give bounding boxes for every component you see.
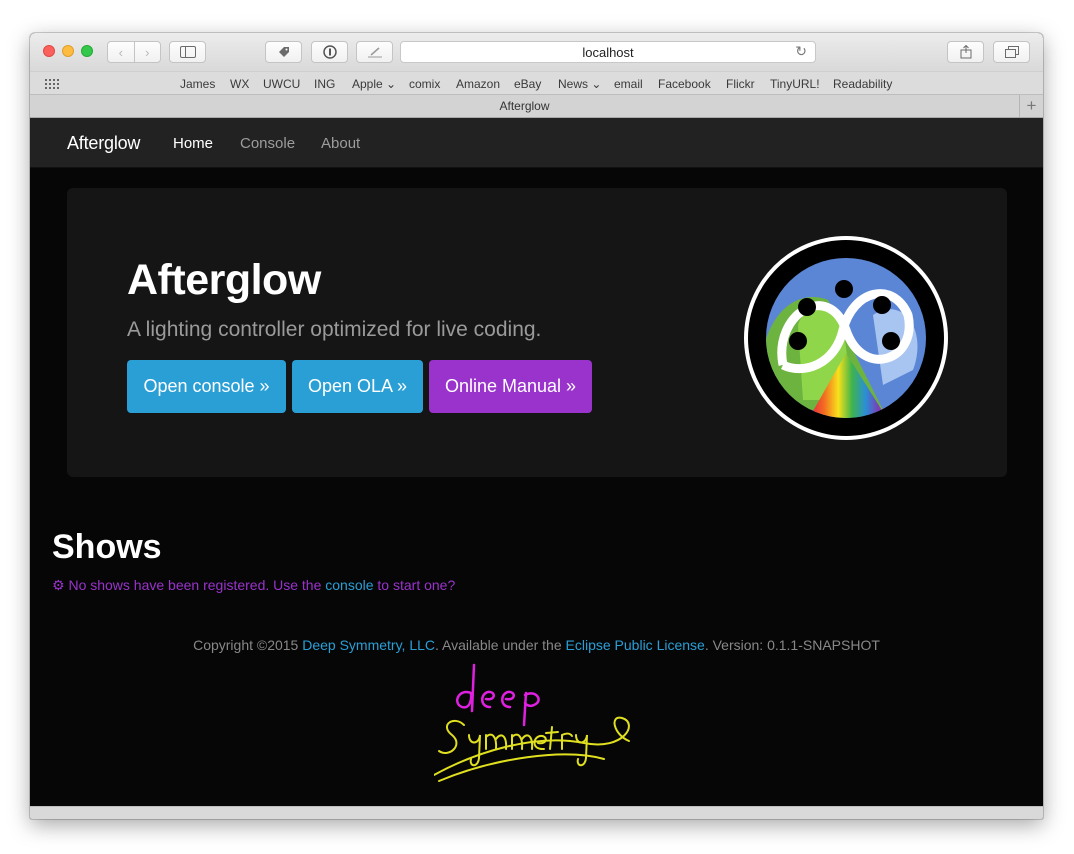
back-icon[interactable]: ‹: [108, 42, 134, 62]
deep-symmetry-logo-icon[interactable]: [434, 663, 644, 793]
browser-bottom-bar: [30, 806, 1043, 819]
footer-license-link[interactable]: Eclipse Public License: [566, 637, 705, 653]
sidebar-toggle-button[interactable]: [169, 41, 206, 63]
nav-about[interactable]: About: [321, 135, 360, 152]
jumbotron: Afterglow A lighting controller optimize…: [67, 188, 1007, 477]
bookmark-readability[interactable]: Readability: [833, 77, 892, 91]
bookmark-ebay[interactable]: eBay: [514, 77, 541, 91]
shows-heading: Shows: [52, 528, 162, 566]
shows-console-link[interactable]: console: [325, 577, 373, 593]
bookmark-email[interactable]: email: [614, 77, 643, 91]
online-manual-button[interactable]: Online Manual »: [429, 360, 592, 413]
navbar-brand[interactable]: Afterglow: [67, 133, 140, 154]
reload-icon[interactable]: ↻: [795, 43, 807, 60]
site-navbar: Afterglow Home Console About: [30, 118, 1043, 168]
page-footer: Copyright ©2015 Deep Symmetry, LLC. Avai…: [30, 637, 1043, 653]
bookmark-ing[interactable]: ING: [314, 77, 335, 91]
apps-grid-icon[interactable]: [45, 79, 59, 89]
tabs-overview-button[interactable]: [993, 41, 1030, 63]
shows-message-suffix: to start one?: [373, 577, 456, 593]
bookmark-amazon[interactable]: Amazon: [456, 77, 500, 91]
extension-button[interactable]: [265, 41, 302, 63]
web-page: Afterglow Home Console About Afterglow A…: [30, 118, 1043, 806]
footer-text-version: . Version: 0.1.1-SNAPSHOT: [704, 637, 880, 653]
tab-bar: Afterglow +: [30, 95, 1043, 118]
footer-deep-symmetry-link[interactable]: Deep Symmetry, LLC: [302, 637, 435, 653]
minimize-window-button[interactable]: [62, 45, 74, 57]
close-window-button[interactable]: [43, 45, 55, 57]
browser-window: ‹ › localhost ↻ James WX UWCU ING Apple …: [30, 33, 1043, 819]
sidebar-icon: [179, 46, 196, 58]
edit-icon: [367, 47, 382, 58]
afterglow-logo-icon: [744, 236, 948, 440]
jumbotron-subtitle: A lighting controller optimized for live…: [127, 318, 542, 341]
jumbotron-title: Afterglow: [127, 256, 321, 304]
shows-message: ⚙ No shows have been registered. Use the…: [52, 577, 455, 594]
footer-text-copyright: Copyright ©2015: [193, 637, 303, 653]
zoom-window-button[interactable]: [81, 45, 93, 57]
password-button[interactable]: [311, 41, 348, 63]
tabs-icon: [1004, 46, 1019, 58]
new-tab-icon[interactable]: +: [1019, 95, 1043, 117]
bookmark-james[interactable]: James: [180, 77, 215, 91]
bookmark-facebook[interactable]: Facebook: [658, 77, 711, 91]
bookmark-comix[interactable]: comix: [409, 77, 440, 91]
bookmarks-bar: James WX UWCU ING Apple ⌄ comix Amazon e…: [30, 71, 1043, 95]
bookmark-apple[interactable]: Apple ⌄: [352, 77, 396, 91]
bookmark-uwcu[interactable]: UWCU: [263, 77, 300, 91]
bookmark-news[interactable]: News ⌄: [558, 77, 601, 91]
open-ola-button[interactable]: Open OLA »: [292, 360, 423, 413]
nav-console[interactable]: Console: [240, 135, 295, 152]
bookmark-wx[interactable]: WX: [230, 77, 249, 91]
gear-icon: ⚙: [52, 577, 65, 593]
bookmark-tinyurl[interactable]: TinyURL!: [770, 77, 820, 91]
footer-text-available: . Available under the: [435, 637, 566, 653]
browser-toolbar: ‹ › localhost ↻: [30, 33, 1043, 71]
history-nav: ‹ ›: [107, 41, 161, 63]
reader-button[interactable]: [356, 41, 393, 63]
password-icon: [322, 45, 337, 59]
address-bar[interactable]: localhost ↻: [400, 41, 816, 63]
bookmark-flickr[interactable]: Flickr: [726, 77, 755, 91]
nav-home[interactable]: Home: [173, 135, 213, 152]
forward-icon[interactable]: ›: [133, 42, 161, 62]
share-button[interactable]: [947, 41, 984, 63]
tab-afterglow[interactable]: Afterglow: [30, 99, 1019, 113]
shows-message-prefix: No shows have been registered. Use the: [68, 577, 326, 593]
address-text: localhost: [582, 44, 634, 60]
share-icon: [960, 45, 971, 59]
open-console-button[interactable]: Open console »: [127, 360, 286, 413]
tag-icon: [278, 47, 289, 57]
